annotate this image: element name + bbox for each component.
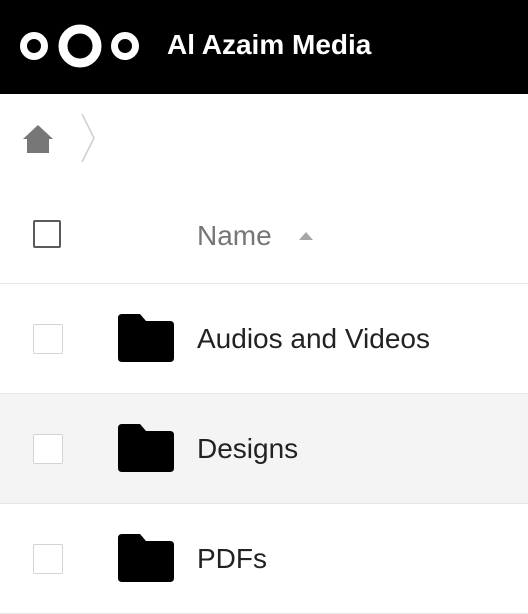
breadcrumb: [0, 94, 528, 186]
sort-by-name-button[interactable]: Name: [197, 216, 314, 256]
nextcloud-logo-icon[interactable]: [18, 22, 142, 70]
row-checkbox[interactable]: [33, 324, 63, 354]
file-name[interactable]: Audios and Videos: [197, 319, 430, 359]
select-all-checkbox[interactable]: [33, 220, 61, 248]
app-title: Al Azaim Media: [167, 29, 372, 60]
file-name[interactable]: Designs: [197, 429, 298, 469]
file-name[interactable]: PDFs: [197, 539, 267, 579]
file-row[interactable]: PDFs: [0, 504, 528, 614]
file-row[interactable]: Designs: [0, 394, 528, 504]
file-row[interactable]: Audios and Videos: [0, 284, 528, 394]
row-checkbox[interactable]: [33, 434, 63, 464]
name-column-label: Name: [197, 220, 272, 251]
chevron-right-icon: [81, 113, 95, 163]
file-list-header: Name: [0, 186, 528, 284]
folder-icon: [118, 424, 174, 472]
row-checkbox[interactable]: [33, 544, 63, 574]
caret-up-icon: [298, 232, 313, 240]
file-list: Name Audios and Videos Designs PDFs: [0, 186, 528, 614]
app-header: Al Azaim Media: [0, 0, 528, 94]
folder-icon: [118, 314, 174, 362]
home-icon[interactable]: [22, 124, 54, 154]
folder-icon: [118, 534, 174, 582]
